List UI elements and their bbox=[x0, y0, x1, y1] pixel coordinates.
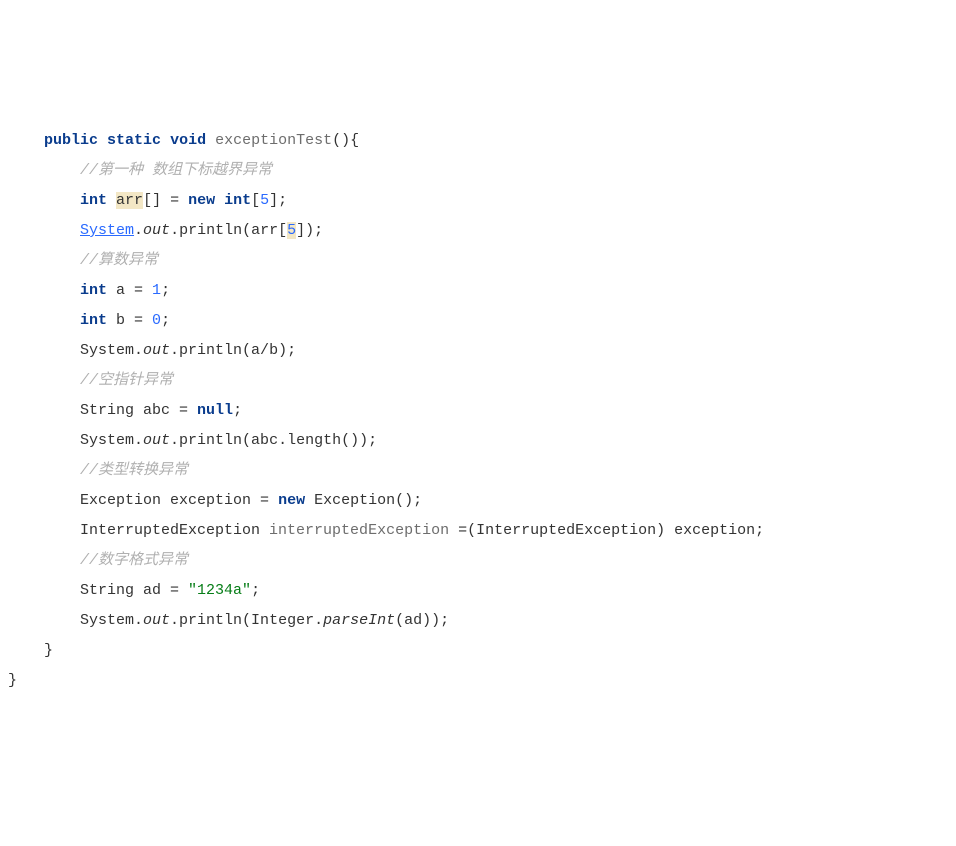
line-a-decl: int a = 1; bbox=[8, 276, 956, 306]
keyword-int: int bbox=[80, 192, 107, 209]
number-literal: 0 bbox=[152, 312, 161, 329]
keyword-new: new bbox=[278, 492, 305, 509]
field-out: out bbox=[143, 222, 170, 239]
line-print-parseint: System.out.println(Integer.parseInt(ad))… bbox=[8, 606, 956, 636]
comment-numberformat: //数字格式异常 bbox=[80, 552, 188, 569]
keyword-public: public bbox=[44, 132, 98, 149]
comment-classcast: //类型转换异常 bbox=[80, 462, 188, 479]
keyword-static: static bbox=[107, 132, 161, 149]
highlight-index: 5 bbox=[287, 222, 296, 239]
method-parseint: parseInt bbox=[323, 612, 395, 629]
class-system: System bbox=[80, 222, 134, 239]
line-comment-5: //数字格式异常 bbox=[8, 546, 956, 576]
keyword-void: void bbox=[170, 132, 206, 149]
highlight-arr: arr bbox=[116, 192, 143, 209]
line-brace-method: } bbox=[8, 636, 956, 666]
line-ad-decl: String ad = "1234a"; bbox=[8, 576, 956, 606]
comment-nullpointer: //空指针异常 bbox=[80, 372, 173, 389]
line-b-decl: int b = 0; bbox=[8, 306, 956, 336]
keyword-int: int bbox=[80, 312, 107, 329]
keyword-new: new bbox=[188, 192, 215, 209]
line-comment-2: //算数异常 bbox=[8, 246, 956, 276]
keyword-int: int bbox=[80, 282, 107, 299]
comment-array-index: //第一种 数组下标越界异常 bbox=[80, 162, 272, 179]
comment-arithmetic: //算数异常 bbox=[80, 252, 158, 269]
field-out: out bbox=[143, 432, 170, 449]
line-abc-decl: String abc = null; bbox=[8, 396, 956, 426]
indent bbox=[8, 132, 44, 149]
line-comment-3: //空指针异常 bbox=[8, 366, 956, 396]
field-out: out bbox=[143, 342, 170, 359]
line-brace-class: } bbox=[8, 666, 956, 696]
line-print-ab: System.out.println(a/b); bbox=[8, 336, 956, 366]
line-print-arr: System.out.println(arr[5]); bbox=[8, 216, 956, 246]
line-comment-4: //类型转换异常 bbox=[8, 456, 956, 486]
string-literal: "1234a" bbox=[188, 582, 251, 599]
line-arr-decl: int arr[] = new int[5]; bbox=[8, 186, 956, 216]
keyword-null: null bbox=[197, 402, 233, 419]
line-interrupted-decl: InterruptedException interruptedExceptio… bbox=[8, 516, 956, 546]
keyword-int: int bbox=[224, 192, 251, 209]
line-exception-decl: Exception exception = new Exception(); bbox=[8, 486, 956, 516]
number-literal: 1 bbox=[152, 282, 161, 299]
var-interrupted: interruptedException bbox=[269, 522, 449, 539]
number-literal: 5 bbox=[260, 192, 269, 209]
line-comment-1: //第一种 数组下标越界异常 bbox=[8, 156, 956, 186]
line-print-abc: System.out.println(abc.length()); bbox=[8, 426, 956, 456]
field-out: out bbox=[143, 612, 170, 629]
method-name: exceptionTest bbox=[215, 132, 332, 149]
line-signature: public static void exceptionTest(){ bbox=[8, 126, 956, 156]
